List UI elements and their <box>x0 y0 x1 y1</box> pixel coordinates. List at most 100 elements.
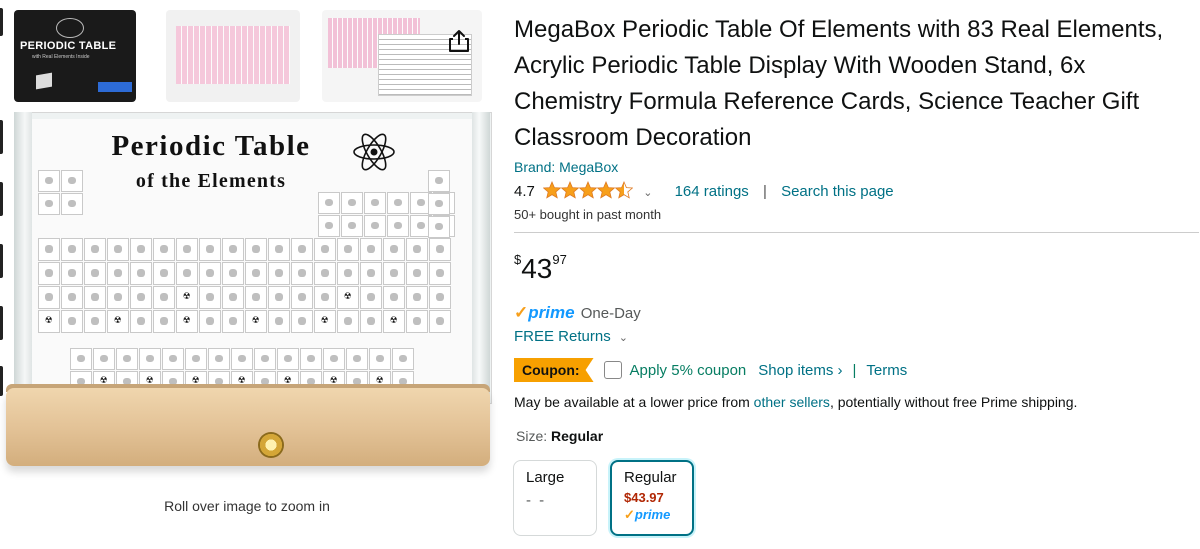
thumbnail-strip-marker[interactable] <box>0 306 3 340</box>
thumbnail-box-image[interactable]: PERIODIC TABLE with Real Elements Inside <box>14 10 136 102</box>
separator: | <box>762 183 767 200</box>
thumbnail-cards-image[interactable] <box>322 10 482 102</box>
element-cell <box>323 348 345 370</box>
free-returns[interactable]: FREE Returns ⌄ <box>514 328 628 345</box>
element-cell <box>222 310 244 333</box>
size-option-regular[interactable]: Regular $43.97 ✓prime <box>610 460 694 536</box>
separator: | <box>852 361 857 379</box>
element-cell <box>84 238 106 261</box>
star-rating[interactable] <box>542 180 634 203</box>
element-cell <box>38 310 60 333</box>
product-title: MegaBox Periodic Table Of Elements with … <box>514 16 1164 151</box>
box-cube-graphic <box>36 72 52 90</box>
element-cell <box>406 286 428 309</box>
thumbnail-strip-marker[interactable] <box>0 366 3 396</box>
star-icon <box>578 180 598 199</box>
acrylic-edge-left <box>14 112 32 402</box>
search-page-link[interactable]: Search this page <box>781 183 894 200</box>
delivery-tier: One-Day <box>580 305 641 322</box>
element-cell <box>199 238 221 261</box>
bought-count: 50+ bought in past month <box>514 207 662 222</box>
element-cell <box>369 348 391 370</box>
stand-light-button <box>258 432 284 458</box>
element-cell <box>406 238 428 261</box>
element-cell <box>38 286 60 309</box>
element-cell <box>254 348 276 370</box>
element-cell <box>341 215 363 237</box>
thumbnail-strip-marker[interactable] <box>0 8 3 36</box>
box-logo <box>56 18 84 38</box>
divider <box>514 232 1199 233</box>
zoom-hint: Roll over image to zoom in <box>164 498 330 514</box>
chevron-down-icon[interactable]: ⌄ <box>619 332 628 344</box>
size-option-name: Large <box>526 469 565 486</box>
element-cell <box>84 286 106 309</box>
element-cell <box>38 193 60 215</box>
share-icon[interactable] <box>446 28 472 54</box>
element-cell <box>185 348 207 370</box>
rating-row: 4.7 ⌄ 164 ratings | Search this page <box>514 180 894 203</box>
other-sellers-link[interactable]: other sellers <box>754 394 830 410</box>
element-cell <box>383 286 405 309</box>
element-cell <box>428 216 450 238</box>
acrylic-edge-right <box>472 112 490 402</box>
element-cell <box>268 262 290 285</box>
element-cell <box>245 238 267 261</box>
brand-link[interactable]: Brand: MegaBox <box>514 159 618 175</box>
thumbnail-strip-marker[interactable] <box>0 120 3 154</box>
element-cell <box>268 286 290 309</box>
size-option-name: Regular <box>624 469 677 486</box>
element-cell <box>176 286 198 309</box>
chevron-down-icon[interactable]: ⌄ <box>643 187 652 199</box>
element-cell <box>314 262 336 285</box>
element-cell <box>406 262 428 285</box>
price-whole: 43 <box>521 253 553 284</box>
free-returns-label[interactable]: FREE Returns <box>514 328 611 345</box>
element-grid-main <box>38 238 451 333</box>
price: $4397 <box>514 252 567 285</box>
element-cell <box>107 286 129 309</box>
element-cell <box>208 348 230 370</box>
element-cell <box>38 262 60 285</box>
element-cell <box>130 262 152 285</box>
element-cell <box>245 310 267 333</box>
shop-items-link[interactable]: Shop items › <box>758 362 842 379</box>
ratings-count-link[interactable]: 164 ratings <box>675 183 749 200</box>
element-cell <box>318 192 340 214</box>
element-cell <box>268 238 290 261</box>
thumbnail-strip-marker[interactable] <box>0 182 3 216</box>
thumbnail-table-image[interactable] <box>166 10 300 102</box>
element-cell <box>199 310 221 333</box>
element-cell <box>291 262 313 285</box>
box-title: PERIODIC TABLE <box>20 40 117 52</box>
element-cell <box>245 286 267 309</box>
element-cell <box>84 310 106 333</box>
coupon-checkbox[interactable] <box>603 361 622 379</box>
element-cell <box>107 310 129 333</box>
image-title: Periodic Table <box>111 130 311 162</box>
element-cell <box>406 310 428 333</box>
atom-icon <box>353 133 395 171</box>
notice-suffix: , potentially without free Prime shippin… <box>829 394 1078 410</box>
rating-value: 4.7 <box>514 183 535 200</box>
size-option-large[interactable]: Large - - <box>513 460 597 536</box>
element-cell <box>222 238 244 261</box>
element-cell <box>38 170 60 192</box>
apply-coupon-label[interactable]: Apply 5% coupon <box>630 362 747 379</box>
terms-link[interactable]: Terms <box>866 362 907 379</box>
element-cell <box>176 262 198 285</box>
element-cell <box>429 262 451 285</box>
element-cell <box>383 310 405 333</box>
element-cell <box>130 238 152 261</box>
element-cell <box>61 238 83 261</box>
thumbnail-strip-marker[interactable] <box>0 244 3 278</box>
star-icon <box>542 180 562 199</box>
element-cell <box>360 286 382 309</box>
element-grid-noble <box>428 170 450 238</box>
element-cell <box>291 286 313 309</box>
element-cell <box>245 262 267 285</box>
element-cell <box>162 348 184 370</box>
element-cell <box>153 238 175 261</box>
element-cell <box>93 348 115 370</box>
element-cell <box>61 286 83 309</box>
